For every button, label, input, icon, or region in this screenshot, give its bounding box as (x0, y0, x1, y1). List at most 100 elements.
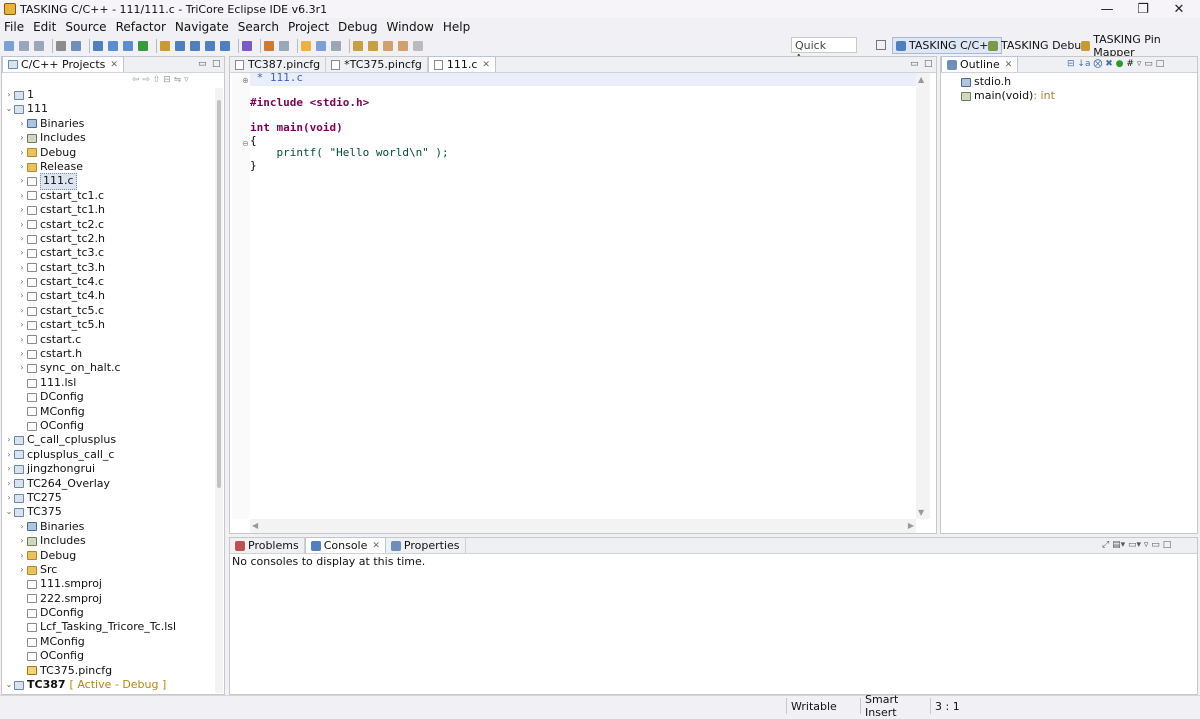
tree-item[interactable]: › 111.c (4, 173, 214, 190)
twisty-icon[interactable]: › (17, 131, 27, 145)
tree-item[interactable]: ⌄ TC375 (4, 505, 214, 519)
perspective-tasking-pin-mapper[interactable]: TASKING Pin Mapper (1078, 33, 1200, 59)
menu-navigate[interactable]: Navigate (175, 20, 229, 34)
maximize-icon[interactable]: □ (924, 59, 933, 69)
flash-icon[interactable] (190, 41, 200, 51)
tree-item[interactable]: › cstart_tc1.c (4, 189, 214, 203)
tree-item[interactable]: › 1 (4, 88, 214, 102)
print-icon[interactable] (56, 41, 66, 51)
editor-tab[interactable]: TC387.pincfg (230, 57, 327, 72)
tree-item[interactable]: › Debug (4, 549, 214, 563)
open-perspective-icon[interactable] (876, 40, 886, 50)
tree-item[interactable]: DConfig (4, 390, 214, 404)
hide-nonpublic-icon[interactable]: ● (1116, 59, 1124, 69)
tree-item[interactable]: › jingzhongrui (4, 462, 214, 476)
minimize-icon[interactable]: ▭ (1151, 540, 1160, 550)
maximize-icon[interactable]: □ (1156, 59, 1165, 69)
twisty-icon[interactable]: › (17, 333, 27, 347)
new-file-icon[interactable] (123, 41, 133, 51)
tree-item[interactable]: › Includes (4, 534, 214, 548)
tree-item[interactable]: 111.smproj (4, 577, 214, 591)
display-console-icon[interactable]: ▤▾ (1112, 540, 1125, 550)
twisty-icon[interactable]: › (17, 289, 27, 303)
menu-file[interactable]: File (4, 20, 24, 34)
twisty-icon[interactable]: › (17, 361, 27, 375)
explorer-scrollbar[interactable] (215, 88, 223, 693)
quick-access-field[interactable]: Quick Access (791, 37, 857, 65)
new-project-icon[interactable] (93, 41, 103, 51)
tree-item[interactable]: › Debug (4, 146, 214, 160)
twisty-icon[interactable]: › (4, 88, 14, 102)
editor-hscroll[interactable]: ◀ ▶ (250, 519, 916, 533)
back-icon[interactable]: ⇦ (132, 75, 140, 85)
menu-refactor[interactable]: Refactor (116, 20, 166, 34)
tree-item[interactable]: › cstart_tc1.h (4, 203, 214, 217)
fold-icon[interactable]: ⊖ (242, 139, 249, 148)
tree-item[interactable]: › cstart.h (4, 347, 214, 361)
twisty-icon[interactable]: › (17, 261, 27, 275)
tree-item[interactable]: › Release (4, 160, 214, 174)
tree-item[interactable]: › TC275 (4, 491, 214, 505)
hide-fields-icon[interactable]: ⨂ (1093, 59, 1102, 69)
twisty-icon[interactable]: › (17, 146, 27, 160)
close-icon[interactable]: ✕ (110, 60, 118, 70)
target-icon[interactable] (205, 41, 215, 51)
collapse-all-icon[interactable]: ⊟ (163, 75, 171, 85)
scroll-up-icon[interactable]: ▲ (918, 75, 924, 84)
tab-outline[interactable]: Outline ✕ (941, 56, 1019, 72)
menu-source[interactable]: Source (65, 20, 106, 34)
menu-help[interactable]: Help (443, 20, 470, 34)
tree-item[interactable]: MConfig (4, 635, 214, 649)
twisty-icon[interactable]: › (4, 448, 14, 462)
twisty-icon[interactable]: › (17, 347, 27, 361)
connect-icon[interactable] (220, 41, 230, 51)
tree-item[interactable]: › Binaries (4, 520, 214, 534)
tree-item[interactable]: › cstart.c (4, 333, 214, 347)
twisty-icon[interactable]: › (17, 563, 27, 577)
back-icon[interactable] (383, 41, 393, 51)
tree-item[interactable]: › cstart_tc2.c (4, 218, 214, 232)
collapse-all-icon[interactable]: ⊟ (1067, 59, 1075, 69)
pin-console-icon[interactable]: ⤢ (1102, 540, 1109, 550)
tree-item[interactable]: › cstart_tc2.h (4, 232, 214, 246)
show-whitespace-icon[interactable] (331, 41, 341, 51)
tree-item[interactable]: › cstart_tc3.h (4, 261, 214, 275)
prev-annotation-icon[interactable] (368, 41, 378, 51)
next-annotation-icon[interactable] (353, 41, 363, 51)
view-menu-icon[interactable]: ▿ (1137, 59, 1142, 69)
up-icon[interactable]: ⇧ (153, 75, 161, 85)
twisty-icon[interactable]: › (17, 189, 27, 203)
menu-edit[interactable]: Edit (33, 20, 56, 34)
tree-item[interactable]: 222.smproj (4, 592, 214, 606)
tree-item[interactable]: MConfig (4, 405, 214, 419)
scroll-left-icon[interactable]: ◀ (252, 521, 258, 530)
open-console-icon[interactable]: ▭▾ (1128, 540, 1141, 550)
tab-console[interactable]: Console ✕ (304, 537, 386, 553)
forward-icon[interactable]: ⇨ (142, 75, 150, 85)
code-editor[interactable]: * 111.c #include <stdio.h> int main(void){… (250, 71, 449, 172)
scrollbar-thumb[interactable] (217, 100, 221, 488)
tree-item[interactable]: › C_call_cplusplus (4, 433, 214, 447)
tree-item[interactable]: › cstart_tc3.c (4, 246, 214, 260)
toggle-mark-icon[interactable] (316, 41, 326, 51)
twisty-icon[interactable]: › (17, 117, 27, 131)
twisty-icon[interactable]: › (4, 491, 14, 505)
twisty-icon[interactable]: › (4, 477, 14, 491)
twisty-icon[interactable]: › (17, 218, 27, 232)
forward-icon[interactable] (398, 41, 408, 51)
hide-macros-icon[interactable]: # (1126, 59, 1134, 69)
tree-item[interactable]: › cplusplus_call_c (4, 448, 214, 462)
external-tools-icon[interactable] (264, 41, 274, 51)
tree-item[interactable]: › cstart_tc5.c (4, 304, 214, 318)
menu-debug[interactable]: Debug (338, 20, 377, 34)
tree-item[interactable]: TC375.pincfg (4, 664, 214, 678)
build-icon[interactable] (160, 41, 170, 51)
view-menu-icon[interactable]: ▿ (184, 75, 189, 85)
new-folder-icon[interactable] (108, 41, 118, 51)
twisty-icon[interactable]: › (4, 462, 14, 476)
outline-item[interactable]: stdio.h (961, 75, 1055, 89)
twisty-icon[interactable]: › (17, 246, 27, 260)
hide-static-icon[interactable]: ✖ (1105, 59, 1113, 69)
twisty-icon[interactable]: › (17, 304, 27, 318)
search-tool-icon[interactable] (279, 41, 289, 51)
